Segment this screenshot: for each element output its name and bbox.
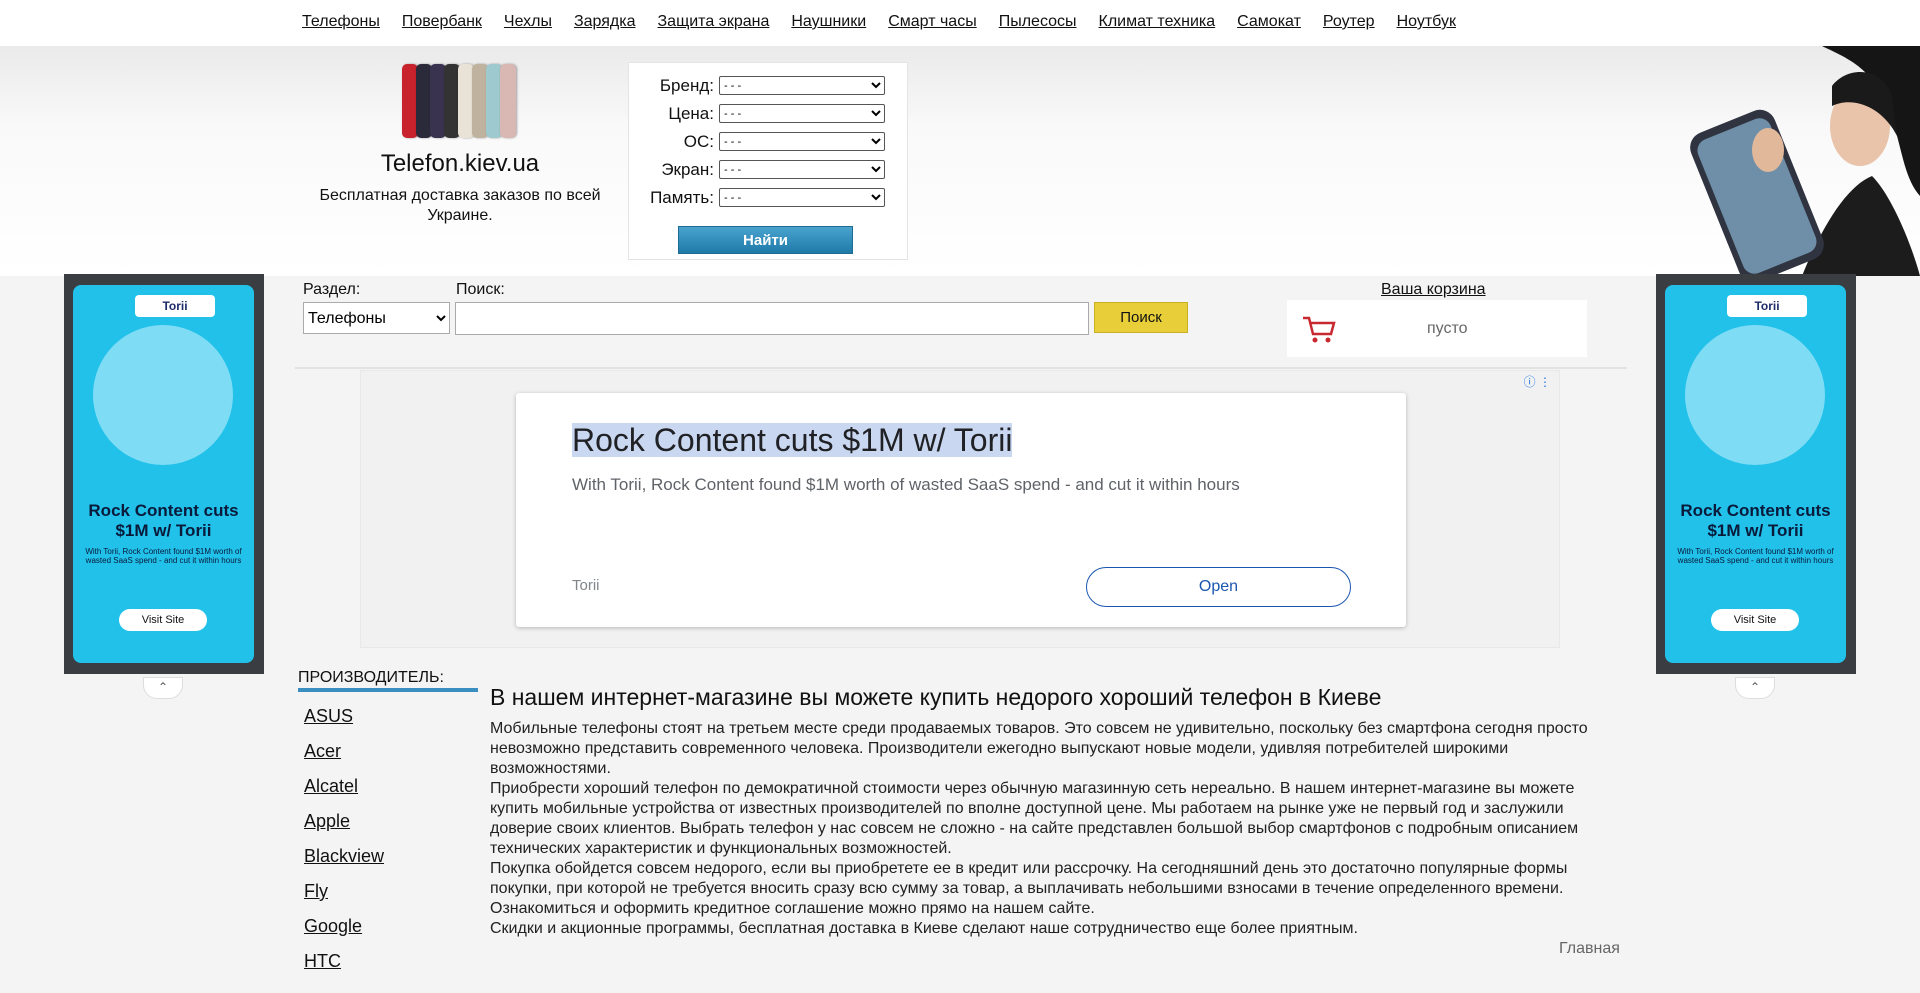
left-ad-illustration — [93, 325, 233, 465]
promo-model-image — [1672, 46, 1920, 276]
filter-brand-select[interactable]: - - - — [719, 76, 885, 95]
manufacturer-item[interactable]: ASUS — [304, 706, 384, 741]
manufacturer-underline — [298, 688, 478, 692]
filter-price-label: Цена: — [668, 104, 714, 123]
right-ad-headline: Rock Content cuts $1M w/ Torii — [1680, 501, 1831, 540]
site-header: Telefon.kiev.ua Бесплатная доставка зака… — [0, 46, 1920, 276]
nav-item-laptop[interactable]: Ноутбук — [1397, 13, 1456, 31]
nav-item-scooter[interactable]: Самокат — [1237, 13, 1301, 31]
manufacturer-item[interactable]: Google — [304, 916, 384, 951]
nav-item-cases[interactable]: Чехлы — [504, 13, 552, 31]
breadcrumb[interactable]: Главная — [1559, 940, 1620, 958]
logo-block[interactable]: Telefon.kiev.ua Бесплатная доставка зака… — [300, 64, 620, 226]
top-navigation: Телефоны Повербанк Чехлы Зарядка Защита … — [0, 0, 1920, 46]
filter-panel: Бренд: - - - Цена: - - - ОС: - - - Экран… — [628, 62, 908, 260]
left-ad-card: Torii Rock Content cuts $1M w/ Torii Wit… — [73, 285, 254, 663]
search-button[interactable]: Поиск — [1094, 302, 1188, 333]
manufacturer-item[interactable]: Alcatel — [304, 776, 384, 811]
nav-item-headphones[interactable]: Наушники — [791, 13, 866, 31]
filter-screen: Экран: - - - — [629, 158, 909, 180]
cart-status: пусто — [1427, 320, 1468, 337]
shopping-cart-icon — [1303, 316, 1336, 343]
manufacturer-title: ПРОИЗВОДИТЕЛЬ: — [298, 669, 444, 686]
cart-link[interactable]: Ваша корзина — [1381, 281, 1486, 299]
search-label: Поиск: — [456, 281, 505, 298]
main-ad-advertiser: Torii — [572, 577, 600, 594]
filter-memory: Память: - - - — [629, 186, 909, 208]
content-paragraph-1: Мобильные телефоны стоят на третьем мест… — [490, 720, 1588, 777]
left-ad-visit-button[interactable]: Visit Site — [119, 609, 207, 631]
cart-box[interactable]: пусто — [1287, 300, 1587, 357]
manufacturer-item[interactable]: Fly — [304, 881, 384, 916]
manufacturer-item[interactable]: Blackview — [304, 846, 384, 881]
phones-logo-image — [300, 64, 620, 140]
main-ad-card[interactable]: Rock Content cuts $1M w/ Torii With Tori… — [516, 393, 1406, 627]
section-select[interactable]: Телефоны — [303, 302, 450, 334]
manufacturer-item[interactable]: Apple — [304, 811, 384, 846]
content-paragraph-3: Покупка обойдется совсем недорого, если … — [490, 860, 1568, 917]
filter-brand: Бренд: - - - — [629, 74, 909, 96]
nav-item-climate[interactable]: Климат техника — [1099, 13, 1216, 31]
filter-os-label: ОС: — [683, 132, 714, 151]
filter-screen-label: Экран: — [661, 160, 714, 179]
right-ad-illustration — [1685, 325, 1825, 465]
filter-price-select[interactable]: - - - — [719, 104, 885, 123]
main-ad-title[interactable]: Rock Content cuts $1M w/ Torii — [572, 423, 1013, 457]
filter-price: Цена: - - - — [629, 102, 909, 124]
chevron-up-icon: ⌃ — [1749, 680, 1761, 694]
nav-item-vacuums[interactable]: Пылесосы — [999, 13, 1077, 31]
search-input[interactable] — [455, 302, 1089, 335]
right-ad-card: Torii Rock Content cuts $1M w/ Torii Wit… — [1665, 285, 1846, 663]
manufacturer-item[interactable]: Acer — [304, 741, 384, 776]
right-ad-description: With Torii, Rock Content found $1M worth… — [1677, 547, 1834, 565]
right-ad-visit-button[interactable]: Visit Site — [1711, 609, 1799, 631]
site-tagline: Бесплатная доставка заказов по всей Укра… — [319, 187, 601, 224]
main-content: В нашем интернет-магазине вы можете купи… — [490, 684, 1625, 939]
content-heading: В нашем интернет-магазине вы можете купи… — [490, 684, 1382, 710]
nav-item-screen-protection[interactable]: Защита экрана — [658, 13, 770, 31]
site-name: Telefon.kiev.ua — [380, 150, 540, 177]
main-ad-open-button[interactable]: Open — [1086, 567, 1351, 607]
section-label: Раздел: — [303, 281, 361, 298]
manufacturer-item[interactable]: HTC — [304, 951, 384, 986]
left-ad-brand: Torii — [135, 295, 215, 317]
find-button[interactable]: Найти — [678, 226, 853, 254]
right-ad-collapse-button[interactable]: ⌃ — [1735, 677, 1775, 699]
ad-choices-icon[interactable]: ⓘ ⋮ — [1524, 373, 1551, 390]
main-ad-description: With Torii, Rock Content found $1M worth… — [572, 475, 1240, 494]
chevron-up-icon: ⌃ — [157, 680, 169, 694]
filter-memory-select[interactable]: - - - — [719, 188, 885, 207]
nav-item-powerbank[interactable]: Повербанк — [402, 13, 482, 31]
content-paragraph-2: Приобрести хороший телефон по демократич… — [490, 780, 1579, 857]
manufacturer-list: ASUS Acer Alcatel Apple Blackview Fly Go… — [304, 706, 384, 986]
right-side-ad[interactable]: Torii Rock Content cuts $1M w/ Torii Wit… — [1656, 274, 1856, 674]
content-paragraph-4: Скидки и акционные программы, бесплатная… — [490, 920, 1358, 937]
main-ad-frame: ⓘ ⋮ Rock Content cuts $1M w/ Torii With … — [360, 370, 1560, 648]
nav-item-smartwatches[interactable]: Смарт часы — [888, 13, 977, 31]
nav-item-router[interactable]: Роутер — [1323, 13, 1375, 31]
filter-os: ОС: - - - — [629, 130, 909, 152]
left-ad-collapse-button[interactable]: ⌃ — [143, 677, 183, 699]
left-side-ad[interactable]: Torii Rock Content cuts $1M w/ Torii Wit… — [64, 274, 264, 674]
filter-screen-select[interactable]: - - - — [719, 160, 885, 179]
nav-item-phones[interactable]: Телефоны — [302, 13, 380, 31]
nav-item-chargers[interactable]: Зарядка — [574, 13, 636, 31]
left-ad-description: With Torii, Rock Content found $1M worth… — [85, 547, 242, 565]
left-ad-headline: Rock Content cuts $1M w/ Torii — [88, 501, 239, 540]
filter-os-select[interactable]: - - - — [719, 132, 885, 151]
right-ad-brand: Torii — [1727, 295, 1807, 317]
divider — [295, 367, 1627, 369]
filter-brand-label: Бренд: — [659, 76, 714, 95]
filter-memory-label: Память: — [650, 188, 714, 207]
